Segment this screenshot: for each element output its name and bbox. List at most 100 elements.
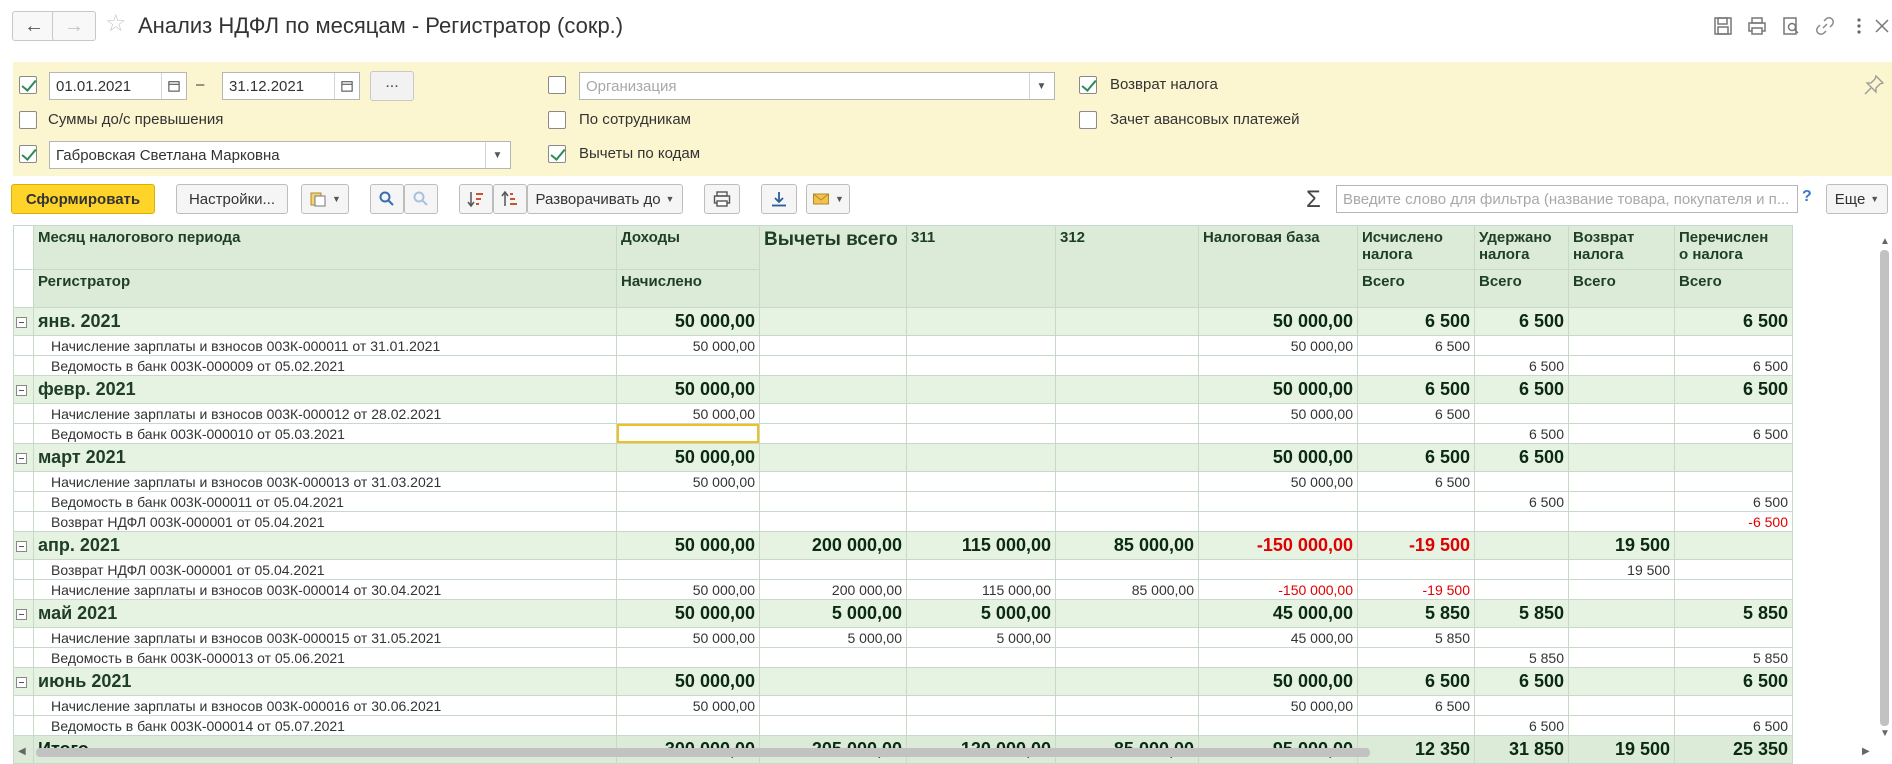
- value-cell[interactable]: [906, 423, 1056, 444]
- value-cell[interactable]: [1568, 443, 1675, 472]
- table-row[interactable]: Начисление зарплаты и взносов 003К-00001…: [13, 627, 1793, 648]
- value-cell[interactable]: [1357, 511, 1475, 532]
- value-cell[interactable]: [1055, 423, 1199, 444]
- save-icon[interactable]: [1710, 13, 1736, 39]
- value-cell[interactable]: [1568, 375, 1675, 404]
- value-cell[interactable]: [759, 667, 907, 696]
- header-calculated-total[interactable]: Всего: [1357, 269, 1475, 308]
- value-cell[interactable]: [1357, 355, 1475, 376]
- value-cell[interactable]: 6 500: [1674, 715, 1793, 736]
- value-cell[interactable]: 6 500: [1357, 667, 1475, 696]
- total-cell[interactable]: 31 850: [1474, 735, 1569, 764]
- value-cell[interactable]: [759, 355, 907, 376]
- table-row[interactable]: Возврат НДФЛ 003К-000001 от 05.04.2021 -6…: [13, 511, 1793, 532]
- collapse-icon[interactable]: [16, 384, 27, 396]
- value-cell[interactable]: [906, 355, 1056, 376]
- value-cell[interactable]: [616, 647, 760, 668]
- value-cell[interactable]: 200 000,00: [759, 579, 907, 600]
- value-cell[interactable]: 6 500: [1357, 695, 1475, 716]
- collapse-icon[interactable]: [16, 452, 27, 464]
- value-cell[interactable]: [1674, 443, 1793, 472]
- value-cell[interactable]: [1568, 511, 1675, 532]
- registrar-label[interactable]: Ведомость в банк 003К-000009 от 05.02.20…: [33, 355, 617, 376]
- value-cell[interactable]: [1055, 647, 1199, 668]
- group-row[interactable]: февр. 2021 50 000,00 50 000,00 6 500 6 500 6 …: [13, 375, 1793, 404]
- collapse-icon[interactable]: [16, 540, 27, 552]
- value-cell[interactable]: [1674, 471, 1793, 492]
- value-cell[interactable]: 6 500: [1474, 491, 1569, 512]
- table-row[interactable]: Начисление зарплаты и взносов 003К-00001…: [13, 335, 1793, 356]
- value-cell[interactable]: [1357, 491, 1475, 512]
- group-row[interactable]: май 2021 50 000,00 5 000,00 5 000,00 45 000,…: [13, 599, 1793, 628]
- value-cell[interactable]: 50 000,00: [616, 471, 760, 492]
- value-cell[interactable]: 50 000,00: [616, 531, 760, 560]
- forward-button[interactable]: →: [52, 11, 96, 41]
- value-cell[interactable]: [1568, 403, 1675, 424]
- value-cell[interactable]: 45 000,00: [1198, 599, 1358, 628]
- more-vertical-icon[interactable]: [1846, 13, 1872, 39]
- send-mail-button[interactable]: ▼: [806, 184, 850, 214]
- table-row[interactable]: Ведомость в банк 003К-000013 от 05.06.20…: [13, 647, 1793, 668]
- value-cell[interactable]: 50 000,00: [1198, 667, 1358, 696]
- total-cell[interactable]: 12 350: [1357, 735, 1475, 764]
- group-row[interactable]: июнь 2021 50 000,00 50 000,00 6 500 6 500 6 5…: [13, 667, 1793, 696]
- value-cell[interactable]: 6 500: [1474, 423, 1569, 444]
- header-refund[interactable]: Возврат налога: [1568, 225, 1675, 270]
- registrar-label[interactable]: Начисление зарплаты и взносов 003К-00001…: [33, 695, 617, 716]
- value-cell[interactable]: [1568, 307, 1675, 336]
- above-limit-checkbox[interactable]: [19, 111, 37, 129]
- group-row[interactable]: март 2021 50 000,00 50 000,00 6 500 6 500: [13, 443, 1793, 472]
- value-cell[interactable]: [1055, 307, 1199, 336]
- value-cell[interactable]: [906, 403, 1056, 424]
- value-cell[interactable]: [1474, 579, 1569, 600]
- value-cell[interactable]: 200 000,00: [759, 531, 907, 560]
- value-cell[interactable]: [1198, 647, 1358, 668]
- value-cell[interactable]: [759, 471, 907, 492]
- value-cell[interactable]: [906, 307, 1056, 336]
- value-cell[interactable]: [1198, 511, 1358, 532]
- table-row[interactable]: Начисление зарплаты и взносов 003К-00001…: [13, 471, 1793, 492]
- value-cell[interactable]: 115 000,00: [906, 531, 1056, 560]
- value-cell[interactable]: [616, 491, 760, 512]
- header-deductions-total[interactable]: Вычеты всего: [759, 225, 907, 308]
- value-cell[interactable]: [1055, 471, 1199, 492]
- value-cell[interactable]: [906, 667, 1056, 696]
- sort-desc-button[interactable]: [493, 184, 527, 214]
- value-cell[interactable]: [1055, 627, 1199, 648]
- table-row[interactable]: Начисление зарплаты и взносов 003К-00001…: [13, 403, 1793, 424]
- value-cell[interactable]: [759, 715, 907, 736]
- more-button[interactable]: Еще ▼: [1826, 184, 1888, 214]
- chevron-down-icon[interactable]: ▼: [1029, 73, 1053, 99]
- value-cell[interactable]: 6 500: [1474, 667, 1569, 696]
- value-cell[interactable]: [1055, 355, 1199, 376]
- collapse-icon[interactable]: [16, 676, 27, 688]
- value-cell[interactable]: 6 500: [1474, 715, 1569, 736]
- generate-button[interactable]: Сформировать: [11, 184, 155, 214]
- value-cell[interactable]: [1568, 599, 1675, 628]
- scroll-down-icon[interactable]: ▼: [1880, 728, 1890, 739]
- horizontal-scrollbar[interactable]: [36, 748, 1370, 757]
- value-cell[interactable]: [1674, 531, 1793, 560]
- sort-asc-button[interactable]: [459, 184, 493, 214]
- download-button[interactable]: [761, 184, 797, 214]
- value-cell[interactable]: [1055, 599, 1199, 628]
- registrar-label[interactable]: Ведомость в банк 003К-000013 от 05.06.20…: [33, 647, 617, 668]
- value-cell[interactable]: [1674, 403, 1793, 424]
- value-cell[interactable]: 50 000,00: [616, 403, 760, 424]
- group-label[interactable]: февр. 2021: [33, 375, 617, 404]
- value-cell[interactable]: [1055, 375, 1199, 404]
- value-cell[interactable]: 50 000,00: [1198, 403, 1358, 424]
- header-code-312[interactable]: 312: [1055, 225, 1199, 308]
- table-row[interactable]: Начисление зарплаты и взносов 003К-00001…: [13, 695, 1793, 716]
- preview-icon[interactable]: [1778, 13, 1804, 39]
- value-cell[interactable]: 5 850: [1674, 647, 1793, 668]
- value-cell[interactable]: [1357, 715, 1475, 736]
- group-row[interactable]: апр. 2021 50 000,00 200 000,00 115 000,00 85…: [13, 531, 1793, 560]
- table-row[interactable]: Ведомость в банк 003К-000014 от 05.07.20…: [13, 715, 1793, 736]
- value-cell[interactable]: [759, 511, 907, 532]
- period-checkbox[interactable]: [19, 76, 37, 94]
- registrar-label[interactable]: Начисление зарплаты и взносов 003К-00001…: [33, 403, 617, 424]
- value-cell[interactable]: 5 000,00: [759, 599, 907, 628]
- registrar-label[interactable]: Ведомость в банк 003К-000011 от 05.04.20…: [33, 491, 617, 512]
- value-cell[interactable]: [759, 559, 907, 580]
